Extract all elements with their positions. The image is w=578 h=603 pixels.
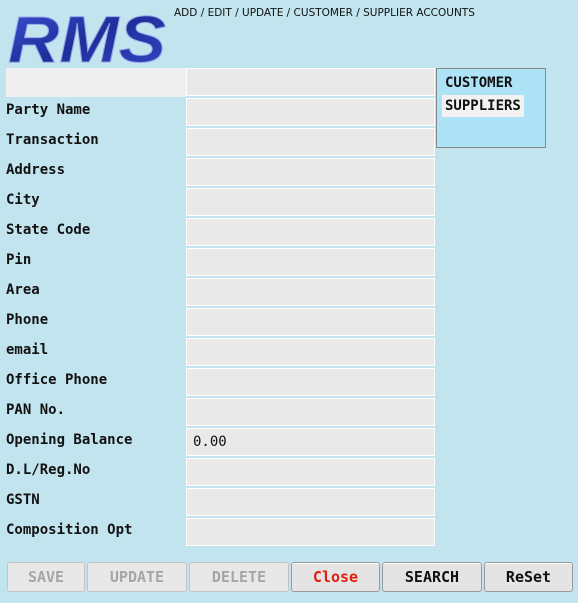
label-transaction: Transaction [6, 132, 99, 148]
pin-input[interactable] [186, 248, 435, 276]
label-gstn: GSTN [6, 492, 40, 508]
label-pan-no: PAN No. [6, 402, 66, 418]
close-button[interactable]: Close [291, 562, 380, 592]
label-office-phone: Office Phone [6, 372, 108, 388]
label-party-name: Party Name [6, 102, 91, 118]
transaction-input[interactable] [186, 128, 435, 156]
area-input[interactable] [186, 278, 435, 306]
rms-logo: RMS [8, 4, 167, 68]
email-input[interactable] [186, 338, 435, 366]
logo-text: RMS [8, 4, 166, 68]
label-d-l-reg-no: D.L/Reg.No [6, 462, 91, 478]
label-city: City [6, 192, 40, 208]
address-input[interactable] [186, 158, 435, 186]
state-code-input[interactable] [186, 218, 435, 246]
composition-opt-input[interactable] [186, 518, 435, 546]
label-email: email [6, 342, 49, 358]
party-name-input[interactable] [186, 98, 435, 126]
label-address: Address [6, 162, 66, 178]
header-blank-cell [6, 68, 186, 97]
label-pin: Pin [6, 252, 32, 268]
label-phone: Phone [6, 312, 49, 328]
label-area: Area [6, 282, 40, 298]
opening-balance-input[interactable] [186, 428, 435, 456]
account-type-suppliers[interactable]: SUPPLIERS [442, 95, 524, 117]
update-button[interactable]: UPDATE [87, 562, 187, 592]
delete-button[interactable]: DELETE [189, 562, 289, 592]
city-input[interactable] [186, 188, 435, 216]
account-type-list[interactable]: CUSTOMER SUPPLIERS [436, 68, 546, 148]
search-button[interactable]: SEARCH [382, 562, 482, 592]
pan-no-input[interactable] [186, 398, 435, 426]
gstn-input[interactable] [186, 488, 435, 516]
phone-input[interactable] [186, 308, 435, 336]
label-opening-balance: Opening Balance [6, 432, 133, 448]
save-button[interactable]: SAVE [7, 562, 85, 592]
office-phone-input[interactable] [186, 368, 435, 396]
d-l-reg-no-input[interactable] [186, 458, 435, 486]
header-blank-field [186, 68, 435, 96]
window-title: ADD / EDIT / UPDATE / CUSTOMER / SUPPLIE… [174, 7, 475, 19]
label-state-code: State Code [6, 222, 91, 238]
label-composition-opt: Composition Opt [6, 522, 133, 538]
account-type-customer[interactable]: CUSTOMER [442, 72, 515, 94]
reset-button[interactable]: ReSet [484, 562, 573, 592]
